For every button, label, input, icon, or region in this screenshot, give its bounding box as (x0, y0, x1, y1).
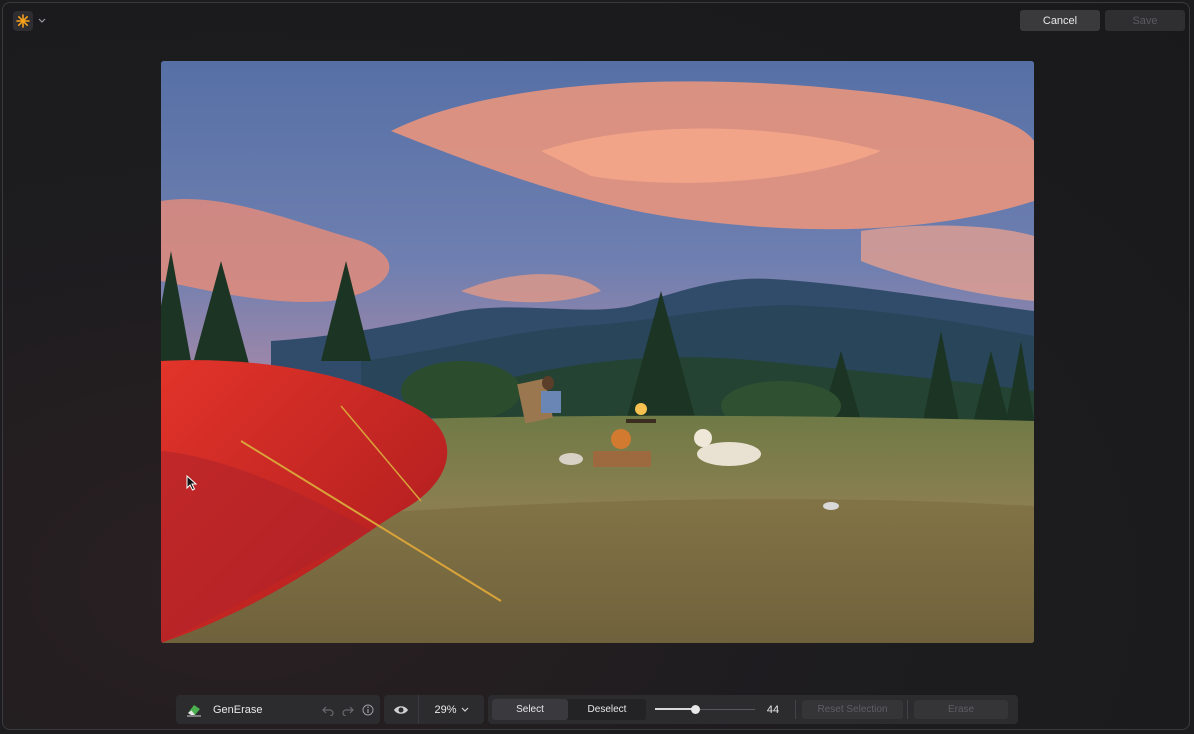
selection-panel: Select Deselect 44 Reset Selection Erase (488, 695, 1018, 724)
zoom-dropdown[interactable]: 29% (419, 704, 484, 716)
redo-icon[interactable] (340, 702, 356, 718)
slider-thumb[interactable] (690, 705, 700, 714)
cancel-button[interactable]: Cancel (1020, 10, 1100, 31)
eraser-icon (186, 702, 202, 718)
app-menu[interactable] (13, 10, 47, 31)
info-icon[interactable] (360, 702, 376, 718)
chevron-down-icon[interactable] (37, 16, 47, 26)
tool-panel: GenErase (176, 695, 380, 724)
select-mode-toggle: Select Deselect (492, 699, 646, 720)
photo-canvas[interactable] (161, 61, 1034, 643)
mouse-cursor-icon (186, 475, 198, 491)
eye-icon[interactable] (384, 695, 419, 724)
editor-window: Cancel Save GenErase 29% Select Deselect… (2, 2, 1190, 730)
save-button[interactable]: Save (1105, 10, 1185, 31)
chevron-down-icon (461, 707, 468, 712)
brush-size-value: 44 (766, 703, 780, 716)
erase-button[interactable]: Erase (914, 700, 1008, 719)
divider (795, 700, 796, 719)
undo-icon[interactable] (320, 702, 336, 718)
deselect-button[interactable]: Deselect (568, 699, 646, 720)
select-button[interactable]: Select (492, 699, 568, 720)
view-panel: 29% (384, 695, 484, 724)
zoom-value: 29% (434, 703, 457, 716)
app-logo-icon[interactable] (13, 10, 33, 31)
tool-label: GenErase (213, 703, 263, 716)
brush-size-slider[interactable] (655, 699, 755, 720)
divider (907, 700, 908, 719)
reset-selection-button[interactable]: Reset Selection (802, 700, 903, 719)
